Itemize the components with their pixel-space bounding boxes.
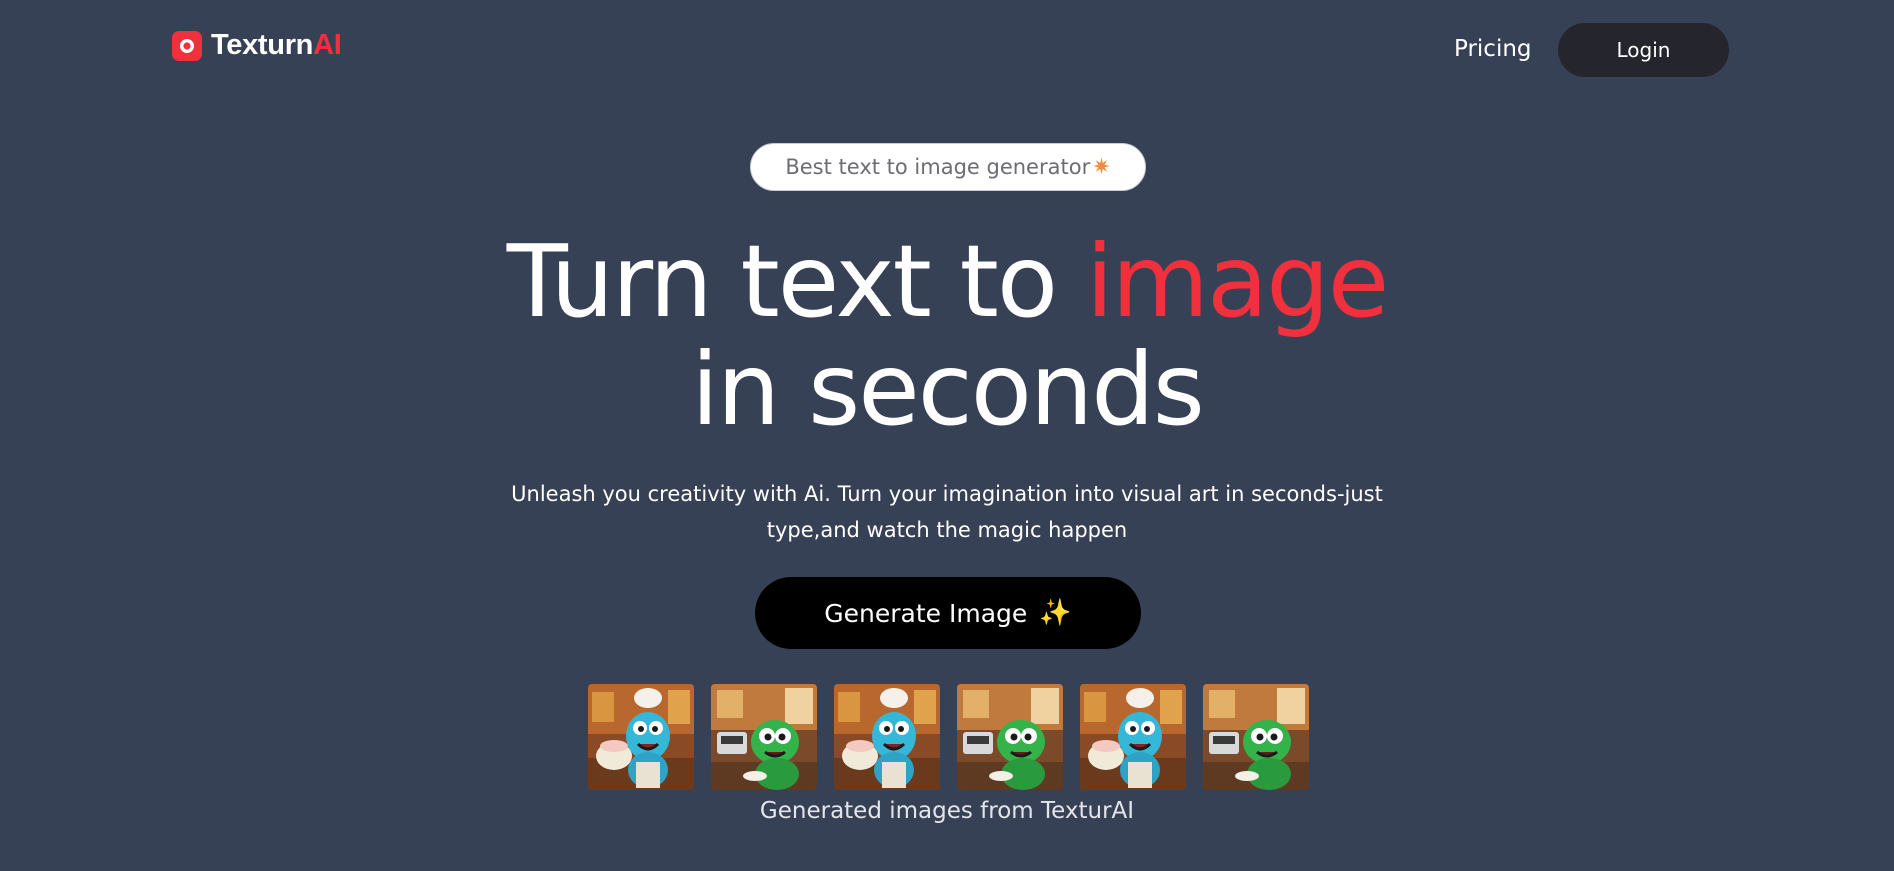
gallery-thumbnail-blue-monster[interactable] [834, 684, 940, 790]
gallery-thumbnail-green-monster[interactable] [711, 684, 817, 790]
login-button[interactable]: Login [1558, 23, 1729, 77]
headline-text: Turn text to [506, 223, 1086, 340]
hero-badge-text: Best text to image generator [785, 155, 1091, 179]
headline-text-line2: in seconds [691, 331, 1205, 448]
hero-headline: Turn text to image in seconds [0, 228, 1894, 444]
generate-image-button[interactable]: Generate Image ✨ [755, 577, 1141, 649]
brand-name-accent: AI [313, 29, 342, 61]
record-logo-icon [172, 30, 202, 61]
subtitle-line-1: Unleash you creativity with Ai. Turn you… [511, 482, 1383, 506]
gallery-thumbnail-green-monster[interactable] [1203, 684, 1309, 790]
nav-link-pricing[interactable]: Pricing [1454, 36, 1532, 62]
brand-name: TexturnAI [211, 29, 342, 62]
generate-image-label: Generate Image [824, 598, 1028, 628]
hero-subtitle: Unleash you creativity with Ai. Turn you… [497, 476, 1397, 548]
subtitle-line-2: type,and watch the magic happen [766, 518, 1128, 542]
gallery-thumbnail-blue-monster[interactable] [1080, 684, 1186, 790]
brand-name-main: Texturn [211, 29, 314, 61]
brand-logo[interactable]: TexturnAI [172, 29, 342, 62]
hero-badge: Best text to image generator ✷ [750, 143, 1146, 191]
gallery-thumbnail-green-monster[interactable] [957, 684, 1063, 790]
gallery-thumbnail-blue-monster[interactable] [588, 684, 694, 790]
generated-gallery [588, 684, 1309, 790]
gallery-caption: Generated images from TexturAI [759, 798, 1135, 824]
sparkles-icon: ✨ [1039, 598, 1072, 628]
headline-highlight: image [1085, 223, 1389, 340]
star-icon: ✷ [1092, 154, 1111, 180]
